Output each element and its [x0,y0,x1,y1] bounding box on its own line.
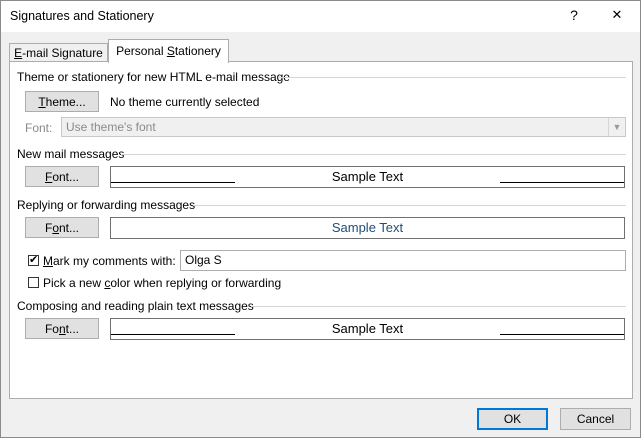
tab-label-accel: S [166,44,175,58]
button-label: Fo [44,322,59,336]
dialog-title: Signatures and Stationery [10,9,154,23]
new-mail-sample-box: Sample Text [110,166,625,188]
button-label: t... [65,322,80,336]
label-accel: M [43,254,53,268]
title-bar: Signatures and Stationery ? ✕ [1,1,640,32]
signatures-dialog: Signatures and Stationery ? ✕ E-mail Sig… [0,0,641,438]
sample-underline [111,334,235,335]
label-text: ark my comments with: [53,254,176,268]
sample-underline [111,182,235,183]
plain-text-sample-text: Sample Text [331,321,404,336]
section-divider [278,77,626,78]
tab-email-signature[interactable]: E-mail Signature [9,43,108,62]
pick-color-checkbox[interactable] [28,277,39,288]
tab-label: tationery [174,44,221,58]
theme-font-select[interactable]: Use theme's font ▼ [61,117,626,137]
tab-label-accel: E [14,46,23,60]
new-mail-font-button[interactable]: Font... [25,166,99,187]
reply-sample-box: Sample Text [110,217,625,239]
button-label: nt... [59,221,80,235]
new-mail-sample-text: Sample Text [331,169,404,184]
section-heading-plain-text: Composing and reading plain text message… [17,299,254,313]
input-value: Olga S [185,253,222,267]
theme-status-text: No theme currently selected [110,95,260,109]
pick-color-label: Pick a new color when replying or forwar… [43,276,281,290]
section-divider [121,154,626,155]
ok-button[interactable]: OK [477,408,548,430]
sample-underline [500,334,624,335]
theme-button[interactable]: Theme... [25,91,99,112]
label-text: olor when replying or forwarding [110,276,282,290]
section-divider [193,205,626,206]
button-label: ont... [52,170,80,184]
section-heading-new-mail: New mail messages [17,147,125,161]
button-accel: T [38,95,46,109]
plain-text-sample-box: Sample Text [110,318,625,340]
reply-font-button[interactable]: Font... [25,217,99,238]
button-accel: o [52,221,59,235]
plain-text-font-button[interactable]: Font... [25,318,99,339]
select-value: Use theme's font [66,120,156,134]
chevron-down-icon: ▼ [608,118,625,136]
button-label: heme... [45,95,86,109]
section-divider [251,306,626,307]
reply-sample-text: Sample Text [331,220,404,235]
mark-comments-label: Mark my comments with: [43,254,176,268]
mark-comments-checkbox[interactable]: ✔ [28,255,39,266]
tab-label: Personal [116,44,167,58]
font-label: Font: [25,121,53,135]
cancel-button[interactable]: Cancel [560,408,631,430]
mark-comments-input[interactable]: Olga S [180,250,626,271]
sample-underline [500,182,624,183]
tab-personal-stationery[interactable]: Personal Stationery [108,39,229,63]
close-button[interactable]: ✕ [597,3,637,27]
tab-label: -mail Signature [22,46,103,60]
help-button[interactable]: ? [554,3,594,27]
section-heading-reply: Replying or forwarding messages [17,198,196,212]
label-text: Pick a new [43,276,105,290]
button-accel: n [58,322,66,336]
section-heading-theme: Theme or stationery for new HTML e-mail … [17,70,290,84]
